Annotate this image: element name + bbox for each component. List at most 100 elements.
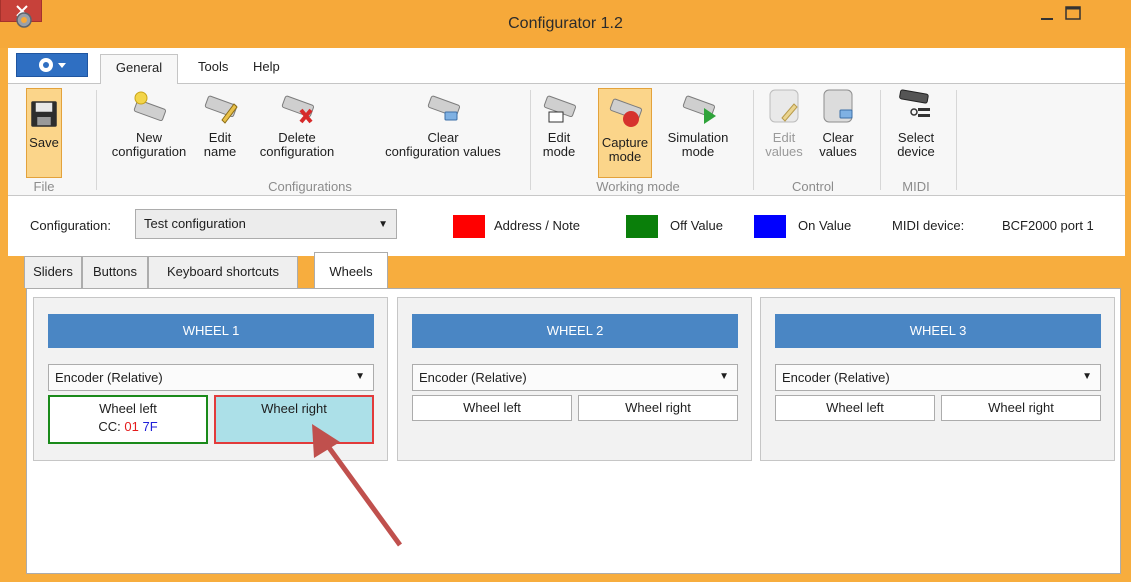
delete-configuration-label-2: configuration bbox=[259, 144, 335, 159]
group-separator bbox=[753, 90, 754, 190]
tab-sliders[interactable]: Sliders bbox=[24, 256, 82, 288]
clear-values-button[interactable]: Clear values bbox=[812, 86, 864, 159]
capture-mode-icon bbox=[609, 98, 643, 127]
app-menu-button[interactable] bbox=[16, 53, 88, 77]
wheel-1-header: WHEEL 1 bbox=[48, 314, 374, 348]
app-menu-icon bbox=[39, 58, 66, 72]
wheel-2-mode-value: Encoder (Relative) bbox=[419, 370, 527, 385]
edit-mode-icon bbox=[543, 95, 577, 123]
wheel-3-left-button[interactable]: Wheel left bbox=[775, 395, 935, 421]
ribbon: Save File New configuration Edit name De… bbox=[8, 84, 1125, 196]
new-configuration-button[interactable]: New configuration bbox=[104, 86, 194, 159]
group-separator bbox=[880, 90, 881, 190]
edit-values-button[interactable]: Edit values bbox=[762, 86, 806, 159]
wheel-1-left-label: Wheel left bbox=[99, 401, 157, 416]
window-title: Configurator 1.2 bbox=[508, 15, 623, 32]
tab-wheels[interactable]: Wheels bbox=[314, 252, 388, 289]
tab-keyboard-shortcuts[interactable]: Keyboard shortcuts bbox=[148, 256, 298, 288]
legend-swatch-address bbox=[453, 215, 485, 238]
wheel-1-cc: CC: 01 7F bbox=[50, 418, 206, 436]
cc-address: 01 bbox=[124, 419, 139, 434]
app-window: Configurator 1.2 General Tools Help Save… bbox=[0, 0, 1131, 582]
delete-configuration-button[interactable]: Delete configuration bbox=[252, 86, 342, 159]
edit-values-label-1: Edit bbox=[772, 130, 796, 145]
new-configuration-icon bbox=[133, 91, 167, 122]
group-label-configurations: Configurations bbox=[268, 179, 352, 194]
configuration-label: Configuration: bbox=[30, 218, 111, 233]
edit-mode-label-2: mode bbox=[542, 144, 576, 159]
delete-configuration-icon bbox=[281, 95, 315, 124]
clear-configuration-values-icon bbox=[427, 95, 461, 121]
ribbon-tab-help[interactable]: Help bbox=[253, 59, 280, 74]
midi-device-value: BCF2000 port 1 bbox=[1002, 218, 1094, 233]
edit-values-icon bbox=[769, 89, 799, 123]
clear-configuration-values-button[interactable]: Clear configuration values bbox=[370, 86, 516, 159]
wheel-1-left-button[interactable]: Wheel left CC: 01 7F bbox=[48, 395, 208, 444]
midi-device-label: MIDI device: bbox=[892, 218, 965, 233]
capture-mode-label-1: Capture bbox=[601, 135, 649, 150]
group-label-working-mode: Working mode bbox=[596, 179, 680, 194]
wheel-2-header: WHEEL 2 bbox=[412, 314, 738, 348]
select-device-button[interactable]: Select device bbox=[888, 86, 944, 159]
edit-name-label-2: name bbox=[203, 144, 237, 159]
clear-configuration-values-label-1: Clear bbox=[427, 130, 459, 145]
group-label-control: Control bbox=[792, 179, 834, 194]
ribbon-tab-row: General Tools Help bbox=[8, 48, 1125, 85]
wheel-3-header: WHEEL 3 bbox=[775, 314, 1101, 348]
select-device-icon bbox=[899, 89, 930, 117]
floppy-disk-icon bbox=[31, 101, 57, 127]
ribbon-tab-general[interactable]: General bbox=[100, 54, 178, 85]
wheel-2-left-button[interactable]: Wheel left bbox=[412, 395, 572, 421]
group-separator bbox=[530, 90, 531, 190]
wheel-1-mode-value: Encoder (Relative) bbox=[55, 370, 163, 385]
new-configuration-label-1: New bbox=[135, 130, 162, 145]
legend-label-address: Address / Note bbox=[494, 218, 580, 233]
clear-configuration-values-label-2: configuration values bbox=[385, 144, 501, 159]
edit-name-label-1: Edit bbox=[208, 130, 232, 145]
legend-label-on: On Value bbox=[798, 218, 852, 233]
new-configuration-label-2: configuration bbox=[111, 144, 187, 159]
wheel-3-mode-select[interactable]: Encoder (Relative) ▼ bbox=[775, 364, 1101, 391]
edit-name-icon bbox=[204, 95, 238, 124]
annotation-arrow-icon bbox=[312, 424, 403, 547]
clear-values-icon bbox=[823, 89, 853, 123]
clear-values-label-2: values bbox=[819, 144, 857, 159]
wheels-panel: WHEEL 1 Encoder (Relative) ▼ Wheel left … bbox=[26, 288, 1121, 574]
save-button[interactable]: Save bbox=[26, 88, 62, 178]
title-bar[interactable]: Configurator 1.2 bbox=[0, 0, 1131, 48]
wheel-3-right-button[interactable]: Wheel right bbox=[941, 395, 1101, 421]
cc-value: 7F bbox=[142, 419, 158, 434]
legend-swatch-on bbox=[754, 215, 786, 238]
capture-mode-label-2: mode bbox=[608, 149, 642, 164]
edit-mode-label-1: Edit bbox=[547, 130, 571, 145]
ribbon-tab-tools[interactable]: Tools bbox=[198, 59, 228, 74]
tab-buttons[interactable]: Buttons bbox=[82, 256, 148, 288]
maximize-icon[interactable] bbox=[1060, 0, 1086, 30]
save-label: Save bbox=[29, 135, 59, 150]
edit-values-label-2: values bbox=[765, 144, 803, 159]
delete-configuration-label-1: Delete bbox=[278, 130, 316, 145]
clear-values-label-1: Clear bbox=[822, 130, 854, 145]
wheel-2-group: WHEEL 2 Encoder (Relative) ▼ Wheel left … bbox=[397, 297, 752, 461]
simulation-mode-button[interactable]: Simulation mode bbox=[658, 86, 738, 159]
configuration-select[interactable]: Test configuration ▼ bbox=[135, 209, 397, 239]
edit-name-button[interactable]: Edit name bbox=[198, 86, 242, 159]
wheel-2-right-button[interactable]: Wheel right bbox=[578, 395, 738, 421]
dropdown-arrow-icon: ▼ bbox=[719, 371, 729, 382]
dropdown-arrow-icon: ▼ bbox=[1082, 371, 1092, 382]
cc-label: CC: bbox=[98, 419, 121, 434]
dropdown-arrow-icon: ▼ bbox=[378, 219, 388, 230]
legend-label-off: Off Value bbox=[670, 218, 723, 233]
wheel-1-mode-select[interactable]: Encoder (Relative) ▼ bbox=[48, 364, 374, 391]
group-separator bbox=[956, 90, 957, 190]
capture-mode-button[interactable]: Capture mode bbox=[598, 88, 652, 178]
edit-mode-button[interactable]: Edit mode bbox=[538, 86, 580, 159]
wheel-2-mode-select[interactable]: Encoder (Relative) ▼ bbox=[412, 364, 738, 391]
select-device-label-1: Select bbox=[897, 130, 935, 145]
configuration-bar: Configuration: Test configuration ▼ Addr… bbox=[8, 196, 1125, 256]
wheel-3-mode-value: Encoder (Relative) bbox=[782, 370, 890, 385]
minimize-icon[interactable] bbox=[1034, 0, 1060, 30]
simulation-mode-label-1: Simulation bbox=[667, 130, 729, 145]
select-device-label-2: device bbox=[897, 144, 935, 159]
group-separator bbox=[96, 90, 97, 190]
